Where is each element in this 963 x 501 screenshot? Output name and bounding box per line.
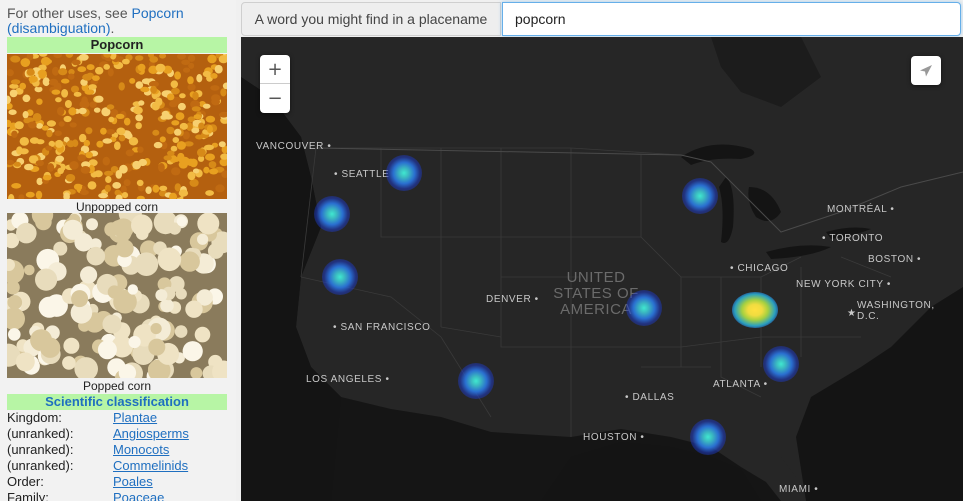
city-label-washington[interactable]: ★ WASHINGTON, D.C. xyxy=(847,300,947,322)
taxonomy-row: Order: Poales xyxy=(7,474,232,490)
city-label-toronto[interactable]: • TORONTO xyxy=(822,233,883,244)
city-label-montreal[interactable]: MONTRÉAL • xyxy=(827,204,894,215)
search-bar: A word you might find in a placename xyxy=(241,2,961,36)
city-label-seattle[interactable]: • SEATTLE xyxy=(334,169,389,180)
heat-spot xyxy=(763,346,799,382)
taxonomy-label: Family: xyxy=(7,490,49,501)
heat-spot xyxy=(690,419,726,455)
scientific-classification-header[interactable]: Scientific classification xyxy=(7,394,227,410)
taxonomy-row: (unranked): Monocots xyxy=(7,442,232,458)
city-label-atlanta[interactable]: ATLANTA • xyxy=(713,379,768,390)
placename-search-input[interactable] xyxy=(502,2,961,36)
taxonomy-link[interactable]: Commelinids xyxy=(113,458,188,474)
heat-spot xyxy=(626,290,662,326)
taxonomy-link[interactable]: Plantae xyxy=(113,410,157,426)
heat-spot-hot xyxy=(732,292,778,328)
taxonomy-label: (unranked): xyxy=(7,442,74,457)
taxonomy-label: Order: xyxy=(7,474,44,489)
popped-corn-photo[interactable] xyxy=(7,213,227,378)
kernels-caption: Unpopped corn xyxy=(75,200,159,214)
hatnote-suffix: . xyxy=(110,20,115,36)
zoom-in-button[interactable]: + xyxy=(260,55,290,84)
city-label-houston[interactable]: HOUSTON • xyxy=(583,432,645,443)
city-label-los-angeles[interactable]: LOS ANGELES • xyxy=(306,374,390,385)
taxonomy-link[interactable]: Monocots xyxy=(113,442,169,458)
location-arrow-icon xyxy=(920,65,932,77)
hatnote: For other uses, see Popcorn (disambiguat… xyxy=(7,6,232,36)
taxonomy-row: (unranked): Commelinids xyxy=(7,458,232,474)
locate-button[interactable] xyxy=(911,56,941,85)
heat-spot xyxy=(458,363,494,399)
city-label-new-york[interactable]: NEW YORK CITY • xyxy=(796,279,891,290)
city-label-denver[interactable]: DENVER • xyxy=(486,294,539,305)
zoom-out-button[interactable]: − xyxy=(260,84,290,113)
city-label-miami[interactable]: MIAMI • xyxy=(779,484,818,495)
hatnote-prefix: For other uses, see xyxy=(7,5,132,21)
taxonomy-link[interactable]: Poales xyxy=(113,474,153,490)
infobox-title: Popcorn xyxy=(7,37,227,53)
city-label-chicago[interactable]: • CHICAGO xyxy=(730,263,788,274)
kernels-photo[interactable] xyxy=(7,54,227,199)
zoom-control: + − xyxy=(260,55,290,113)
heat-spot xyxy=(322,259,358,295)
city-label-san-francisco[interactable]: • SAN FRANCISCO xyxy=(333,322,431,333)
city-label-vancouver[interactable]: VANCOUVER • xyxy=(256,141,332,152)
taxonomy-table: Kingdom: Plantae (unranked): Angiosperms… xyxy=(7,410,232,501)
taxonomy-label: (unranked): xyxy=(7,426,74,441)
city-label-dallas[interactable]: • DALLAS xyxy=(625,392,674,403)
taxonomy-row: Kingdom: Plantae xyxy=(7,410,232,426)
heat-spot xyxy=(682,178,718,214)
taxonomy-label: (unranked): xyxy=(7,458,74,473)
taxonomy-link[interactable]: Angiosperms xyxy=(113,426,189,442)
taxonomy-link[interactable]: Poaceae xyxy=(113,490,164,501)
infobox-sidebar: For other uses, see Popcorn (disambiguat… xyxy=(0,0,236,501)
taxonomy-label: Kingdom: xyxy=(7,410,62,425)
taxonomy-row: (unranked): Angiosperms xyxy=(7,426,232,442)
city-label-boston[interactable]: BOSTON • xyxy=(868,254,921,265)
search-label: A word you might find in a placename xyxy=(241,2,501,36)
popped-caption: Popped corn xyxy=(82,379,152,393)
heat-spot xyxy=(314,196,350,232)
heatmap-map[interactable]: UNITED STATES OF AMERICA VANCOUVER • • S… xyxy=(241,37,963,501)
heat-spot xyxy=(386,155,422,191)
taxonomy-row: Family: Poaceae xyxy=(7,490,232,501)
